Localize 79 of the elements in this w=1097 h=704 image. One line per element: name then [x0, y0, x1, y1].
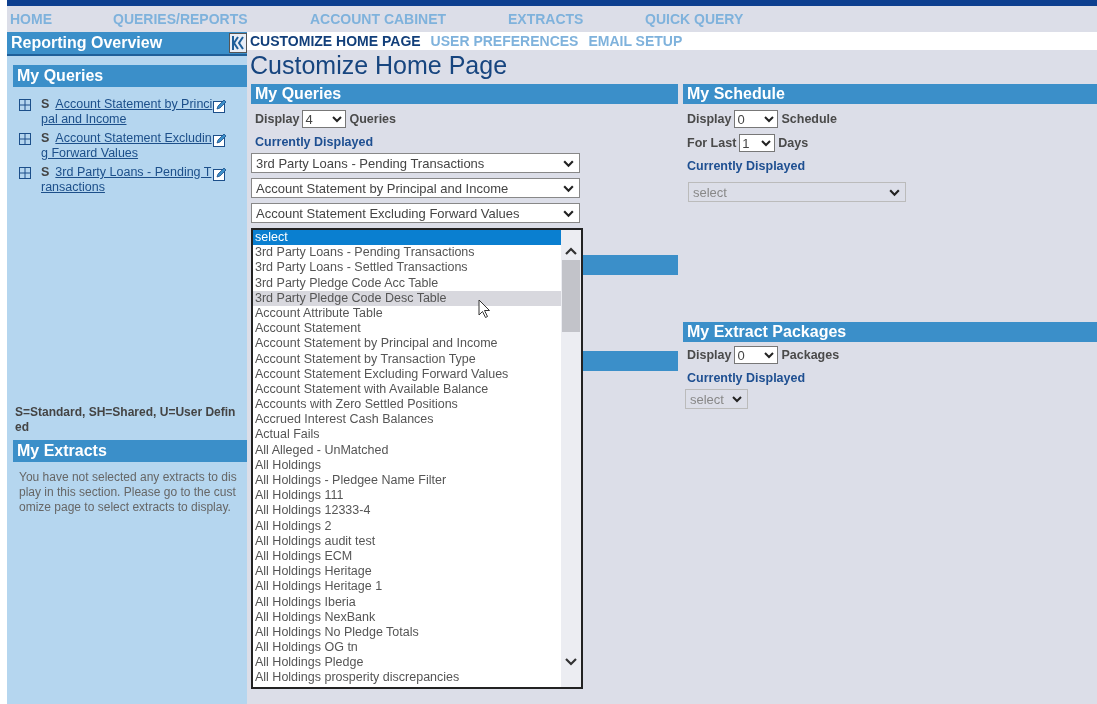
chevron-down-icon[interactable] [564, 657, 578, 667]
dropdown-option[interactable]: Account Statement [253, 321, 561, 337]
cursor-icon [478, 299, 490, 318]
grid-icon[interactable] [19, 167, 31, 179]
dropdown-option[interactable]: All Holdings 2 [253, 518, 561, 534]
edit-icon[interactable] [213, 99, 227, 113]
subsection-title: Currently Displayed [686, 158, 807, 175]
subsection-title: Currently Displayed [254, 134, 375, 151]
field-label: Days [778, 136, 809, 150]
chevron-down-icon [331, 113, 344, 125]
dropdown-option[interactable]: All Holdings NexBank [253, 609, 561, 625]
sub-tab[interactable]: CUSTOMIZE HOME PAGE [250, 33, 421, 49]
query-select[interactable]: Account Statement Excluding Forward Values [251, 203, 580, 223]
dropdown-option[interactable]: All Holdings No Pledge Totals [253, 624, 561, 641]
sidebar-title: Reporting Overview [11, 34, 163, 52]
dropdown-option[interactable]: All Holdings audit test [253, 533, 561, 549]
dropdown-option[interactable]: 3rd Party Pledge Code Acc Table [253, 275, 561, 291]
page-title: Customize Home Page [250, 50, 509, 80]
dropdown-option[interactable]: All Holdings prosperity discrepancies [253, 670, 561, 686]
dropdown-option[interactable]: Account Statement Excluding Forward Values [253, 366, 561, 382]
count-select[interactable]: 0 [734, 110, 779, 128]
grid-icon[interactable] [19, 133, 31, 145]
edit-icon[interactable] [213, 133, 227, 147]
dropdown-option[interactable]: Account Statement with Available Balance [253, 381, 561, 398]
field-label: Schedule [781, 112, 838, 126]
dropdown-option[interactable]: All Alleged - UnMatched [253, 442, 561, 458]
field-label: Display [687, 348, 732, 362]
dropdown-option[interactable]: 3rd Party Pledge Code Desc Table [253, 290, 561, 306]
dropdown-option[interactable]: Account Statement by Principal and Income [253, 336, 561, 352]
dropdown-option[interactable]: Accrued Interest Cash Balances [253, 412, 561, 428]
scrollbar[interactable] [561, 230, 581, 687]
legend-text: S=Standard, SH=Shared, U=User Defined [14, 405, 237, 435]
dropdown-option[interactable]: Account Statement by Transaction Type [253, 351, 561, 367]
query-link[interactable]: S Account Statement Excluding Forward Values [41, 131, 213, 161]
collapse-icon[interactable] [229, 33, 247, 53]
dropdown-option[interactable]: All Holdings Iberia [253, 594, 561, 610]
section-title: My Queries [17, 67, 104, 85]
scrollbar-thumb[interactable] [562, 260, 580, 332]
query-select[interactable]: 3rd Party Loans - Pending Transactions [251, 153, 580, 173]
dropdown-option[interactable]: All Holdings - Pledgee Name Filter [253, 473, 561, 489]
field-label: Packages [781, 348, 840, 362]
section-title: My Extract Packages [687, 323, 847, 341]
dropdown-option[interactable]: Account Attribute Table [253, 305, 561, 322]
dropdown-option[interactable]: 3rd Party Loans - Settled Transactions [253, 260, 561, 276]
chevron-down-icon [763, 113, 776, 125]
field-label: Display [255, 112, 300, 126]
dropdown-option[interactable]: select [253, 230, 561, 246]
dropdown-option[interactable]: All Holdings Heritage [253, 564, 561, 580]
count-select[interactable]: 0 [734, 346, 779, 364]
query-link[interactable]: S Account Statement by Principal and Income [41, 97, 213, 127]
days-select[interactable]: 1 [739, 134, 776, 152]
dropdown-option[interactable]: All Holdings ECM [253, 548, 561, 565]
field-label: For Last [687, 136, 737, 150]
section-title: My Extracts [17, 442, 107, 460]
dropdown-option[interactable]: Accounts with Zero Settled Positions [253, 397, 561, 413]
edit-icon[interactable] [213, 167, 227, 181]
count-select[interactable]: 4 [302, 110, 347, 128]
dropdown-option[interactable]: All Holdings OG tn [253, 640, 561, 656]
dropdown-option[interactable]: All Holdings Heritage 1 [253, 579, 561, 595]
dropdown-option[interactable]: All Holdings 12333-4 [253, 503, 561, 519]
empty-message: You have not selected any extracts to display in this section. Please go to the customize page to select extracts to display. [18, 469, 238, 515]
dropdown-option[interactable]: 3rd Party Loans - Pending Transactions [253, 245, 561, 261]
subsection-title: Currently Displayed [686, 370, 807, 387]
chevron-down-icon [760, 137, 773, 149]
chevron-down-icon [731, 393, 743, 405]
field-label: Display [687, 112, 732, 126]
grid-icon[interactable] [19, 99, 31, 111]
section-title: My Queries [255, 85, 342, 103]
query-select[interactable]: Account Statement by Principal and Income [251, 178, 580, 198]
dropdown-list[interactable] [251, 228, 583, 689]
chevron-up-icon[interactable] [564, 246, 578, 256]
section-title: My Schedule [687, 85, 785, 103]
chevron-down-icon [763, 349, 776, 361]
dropdown-option[interactable]: All Holdings [253, 457, 561, 473]
query-link[interactable]: S 3rd Party Loans - Pending Transactions [41, 165, 213, 195]
field-label: Queries [349, 112, 397, 126]
dropdown-option[interactable]: All Holdings 111 [253, 488, 561, 504]
dropdown-option[interactable]: All Holdings Pledge [253, 655, 561, 671]
dropdown-option[interactable]: Actual Fails [253, 427, 561, 443]
